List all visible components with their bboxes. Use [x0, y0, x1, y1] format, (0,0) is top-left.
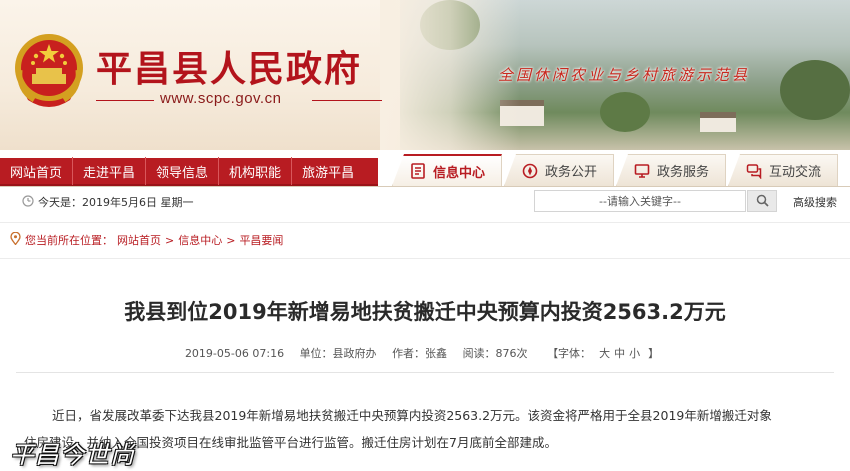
- date-text: 今天是：2019年5月6日 星期一: [38, 196, 194, 209]
- tab-label: 政务服务: [656, 165, 709, 180]
- search-input[interactable]: [534, 190, 746, 212]
- article-title: 我县到位2019年新增易地扶贫搬迁中央预算内投资2563.2万元: [124, 300, 726, 324]
- nav-item-about[interactable]: 走进平昌: [73, 157, 147, 185]
- header-banner: 平昌县人民政府 www.scpc.gov.cn 全国休闲农业与乡村旅游示范县: [0, 0, 850, 150]
- current-date: 今天是：2019年5月6日 星期一: [22, 194, 194, 210]
- breadcrumb-divider: [0, 222, 850, 223]
- nav-item-agencies[interactable]: 机构职能: [219, 157, 293, 185]
- tree: [600, 92, 650, 132]
- primary-menu: 网站首页 走进平昌 领导信息 机构职能 旅游平昌: [0, 157, 378, 186]
- nav-item-leaders[interactable]: 领导信息: [146, 157, 220, 185]
- search-button[interactable]: [747, 190, 777, 212]
- clock-icon: [22, 194, 34, 210]
- tab-interaction[interactable]: 互动交流: [728, 154, 838, 186]
- monitor-icon: [633, 162, 651, 180]
- breadcrumb-separator: >: [165, 233, 175, 247]
- tab-label: 信息中心: [432, 165, 485, 181]
- tab-label: 互动交流: [768, 165, 821, 180]
- breadcrumb-separator: >: [226, 233, 236, 247]
- location-pin-icon: [10, 231, 21, 248]
- font-size-label: 【字体：: [547, 347, 592, 360]
- breadcrumb-home[interactable]: 网站首页: [117, 232, 161, 248]
- article-meta: 2019-05-06 07:16 单位：县政府办 作者：张鑫 阅读：876次 【…: [0, 345, 850, 361]
- main-nav: 网站首页 走进平昌 领导信息 机构职能 旅游平昌 信息中心 政务公开 政务服务: [0, 150, 850, 186]
- font-size-close: 】: [648, 347, 660, 360]
- tab-gov-affairs[interactable]: 政务公开: [504, 154, 614, 186]
- site-title: 平昌县人民政府: [96, 48, 363, 90]
- house: [700, 112, 736, 132]
- article-date: 2019-05-06 07:16: [184, 347, 285, 360]
- tab-gov-services[interactable]: 政务服务: [616, 154, 726, 186]
- font-size-medium[interactable]: 中: [614, 347, 625, 360]
- chat-icon: [745, 162, 763, 180]
- nav-item-home[interactable]: 网站首页: [0, 157, 74, 185]
- banner-slogan: 全国休闲农业与乡村旅游示范县: [498, 66, 751, 84]
- article-unit: 单位：县政府办: [299, 347, 377, 360]
- url-divider: [96, 100, 154, 101]
- watermark: 平昌今世尚: [10, 441, 135, 469]
- advanced-search-link[interactable]: 高级搜索: [793, 194, 837, 210]
- meta-divider: [16, 372, 834, 373]
- font-size-small[interactable]: 小: [629, 347, 640, 360]
- tree: [780, 60, 850, 120]
- nav-item-tourism[interactable]: 旅游平昌: [292, 157, 364, 185]
- section-tabs: 信息中心 政务公开 政务服务 互动交流: [392, 150, 840, 186]
- national-emblem-icon: [15, 34, 83, 107]
- breadcrumb-prefix: 您当前所在位置：: [25, 234, 113, 247]
- compass-icon: [521, 162, 539, 180]
- font-size-large[interactable]: 大: [599, 347, 610, 360]
- url-divider: [312, 100, 382, 101]
- article-paragraph: 近日，省发展改革委下达我县2019年新增易地扶贫搬迁中央预算内投资2563.2万…: [52, 408, 772, 423]
- breadcrumb-pingchang-news[interactable]: 平昌要闻: [239, 232, 283, 248]
- breadcrumb-info-center[interactable]: 信息中心: [178, 232, 222, 248]
- breadcrumb: 您当前所在位置： 网站首页 > 信息中心 > 平昌要闻: [10, 231, 283, 248]
- tab-label: 政务公开: [544, 165, 597, 180]
- article-views: 阅读：876次: [462, 347, 528, 360]
- font-size-control: 【字体： 大中小】: [541, 347, 665, 360]
- tab-info-center[interactable]: 信息中心: [392, 154, 502, 186]
- site-url[interactable]: www.scpc.gov.cn: [160, 90, 281, 107]
- nav-divider: [0, 186, 850, 187]
- breadcrumb-divider: [0, 258, 850, 259]
- article-author: 作者：张鑫: [392, 347, 448, 360]
- document-icon: [409, 162, 427, 180]
- search-icon: [756, 192, 769, 211]
